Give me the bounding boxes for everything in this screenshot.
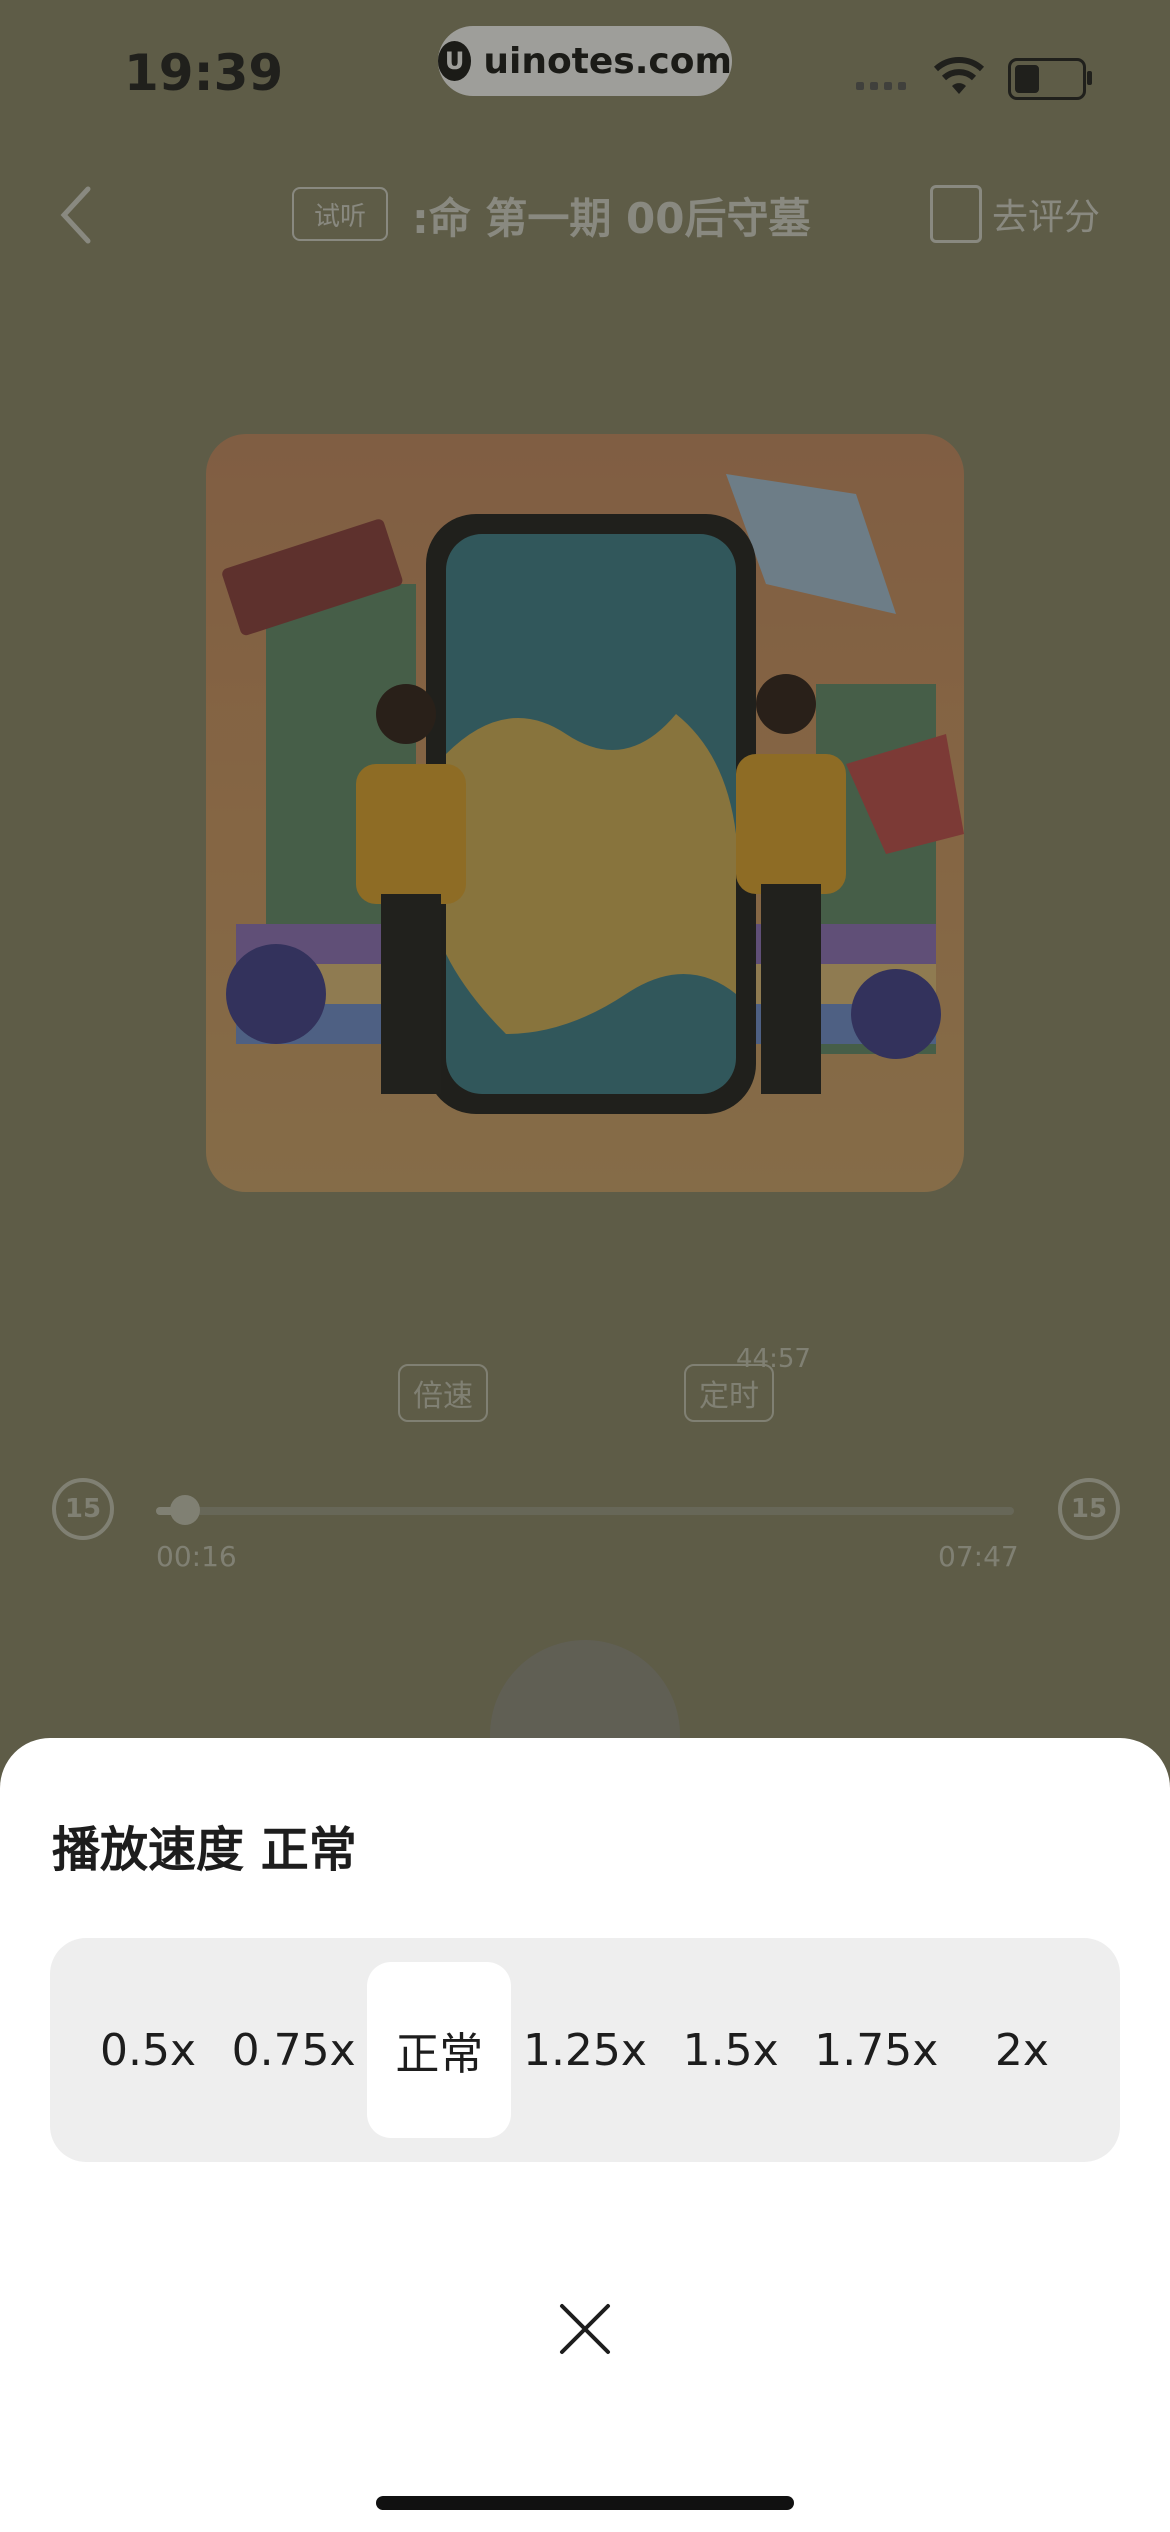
- home-indicator: [376, 2496, 794, 2510]
- speed-option[interactable]: 1.5x: [659, 1962, 803, 2138]
- speed-option-selected[interactable]: 正常: [367, 1962, 512, 2138]
- speed-option[interactable]: 1.75x: [804, 1962, 948, 2138]
- speed-sheet: 播放速度 正常 0.5x 0.75x 正常 1.25x 1.5x 1.75x 2…: [0, 1738, 1170, 2532]
- close-icon[interactable]: [558, 2302, 612, 2356]
- speed-option[interactable]: 0.5x: [76, 1962, 220, 2138]
- speed-option[interactable]: 1.25x: [513, 1962, 657, 2138]
- speed-option[interactable]: 0.75x: [222, 1962, 366, 2138]
- speed-options: 0.5x 0.75x 正常 1.25x 1.5x 1.75x 2x: [50, 1938, 1120, 2162]
- speed-option[interactable]: 2x: [950, 1962, 1094, 2138]
- sheet-title: 播放速度 正常: [52, 1822, 357, 1878]
